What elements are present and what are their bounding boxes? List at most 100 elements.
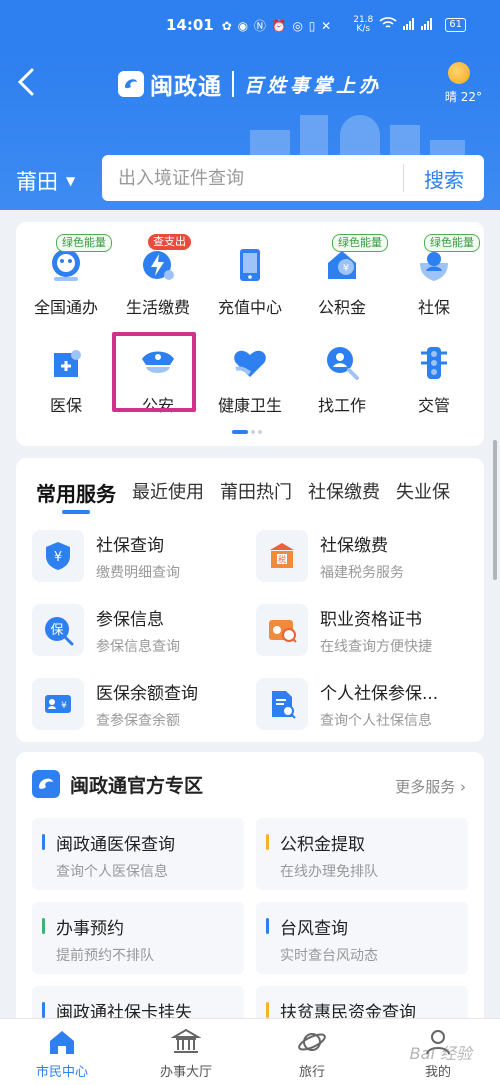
service-item[interactable]: 保 参保信息 参保信息查询: [32, 602, 252, 658]
caret-down-icon: ▼: [66, 174, 76, 188]
more-services-link[interactable]: 更多服务 ›: [395, 776, 466, 797]
service-item[interactable]: ¥ 社保查询 缴费明细查询: [32, 528, 252, 584]
active-tab-indicator: [62, 510, 90, 514]
tab-label: 市民中心: [35, 1065, 88, 1080]
grid-label: 交管: [417, 396, 450, 415]
header: 闽政通 百姓事掌上办 晴 22° 莆田 ▼ 搜索: [0, 50, 500, 210]
grid-item-health[interactable]: 健康卫生: [204, 342, 296, 416]
tab-mine[interactable]: 我的: [388, 1027, 488, 1080]
grid-label: 充值中心: [217, 298, 282, 317]
service-item[interactable]: 职业资格证书 在线查询方便快捷: [256, 602, 476, 658]
service-subtitle: 福建税务服务: [320, 564, 404, 581]
service-subtitle: 查参保查余额: [96, 712, 180, 729]
search-button[interactable]: 搜索: [404, 164, 484, 193]
accent-bar: [266, 918, 269, 934]
app-name: 闽政通: [150, 74, 222, 100]
status-bar: 14:01 ✿ ◉ Ⓝ ⏰ ◎ ▯ ✕ 21.8 K/s 61: [0, 0, 500, 50]
grid-item-recharge[interactable]: 充值中心: [204, 244, 296, 318]
logo-swirl-icon: [32, 770, 60, 798]
accent-bar: [266, 1002, 269, 1018]
quick-services-grid: 绿色能量 全国通办 查支出 生活缴费 充值中心 绿色能量 ¥ 公积金 绿色能量 …: [16, 222, 484, 446]
svg-text:¥: ¥: [54, 550, 62, 565]
tab-social-payment[interactable]: 社保缴费: [308, 478, 380, 507]
back-button[interactable]: [14, 68, 44, 102]
scrollbar[interactable]: [493, 440, 497, 580]
official-zone-title: 闽政通官方专区: [70, 774, 204, 797]
service-tabs: 常用服务 最近使用 莆田热门 社保缴费 失业保: [36, 478, 484, 507]
medical-insurance-icon: [45, 342, 87, 384]
city-selector[interactable]: 莆田 ▼: [16, 166, 75, 196]
weather-text: 晴 22°: [444, 90, 482, 104]
app-logo: 闽政通 百姓事掌上办: [118, 67, 382, 101]
tab-putian-hot[interactable]: 莆田热门: [220, 478, 292, 507]
insurance-search-icon: 保: [32, 604, 84, 656]
search-input[interactable]: [102, 167, 403, 189]
service-title: 个人社保参保...: [320, 683, 439, 704]
document-search-icon: [256, 678, 308, 730]
signal-icon: [403, 16, 437, 34]
net-speed: 21.8 K/s: [353, 15, 374, 34]
service-subtitle: 查询个人社保信息: [320, 712, 432, 729]
phone-recharge-icon: [229, 244, 271, 286]
accent-bar: [266, 834, 269, 850]
official-zone-card: 闽政通官方专区 更多服务 › 闽政通医保查询 查询个人医保信息 公积金提取 在线…: [16, 752, 484, 1042]
grid-item-traffic[interactable]: 交管: [388, 342, 480, 416]
logo-divider: [232, 71, 234, 97]
badge-check-spending: 查支出: [148, 234, 191, 250]
official-item-title: 公积金提取: [280, 835, 365, 855]
tab-service-hall[interactable]: 办事大厅: [136, 1027, 236, 1080]
service-item[interactable]: ¥ 医保余额查询 查参保查余额: [32, 676, 252, 732]
service-item[interactable]: 个人社保参保... 查询个人社保信息: [256, 676, 476, 732]
grid-label: 全国通办: [33, 298, 98, 317]
accent-bar: [42, 834, 45, 850]
badge-green-energy: 绿色能量: [56, 234, 112, 252]
wifi-icon: [379, 16, 397, 34]
service-item[interactable]: 税 社保缴费 福建税务服务: [256, 528, 476, 584]
official-item-title: 办事预约: [56, 919, 124, 939]
official-item[interactable]: 闽政通医保查询 查询个人医保信息: [32, 818, 244, 890]
tab-recent[interactable]: 最近使用: [132, 478, 204, 507]
grid-item-find-job[interactable]: 找工作: [296, 342, 388, 416]
travel-planet-icon: [262, 1027, 362, 1057]
tab-common-services[interactable]: 常用服务: [36, 478, 116, 507]
tab-unemployment[interactable]: 失业保: [396, 478, 450, 507]
service-title: 职业资格证书: [320, 609, 422, 630]
grid-item-medical-insurance[interactable]: 医保: [20, 342, 112, 416]
government-hall-icon: [136, 1027, 236, 1057]
common-services-card: 常用服务 最近使用 莆田热门 社保缴费 失业保 ¥ 社保查询 缴费明细查询 税 社…: [16, 458, 484, 742]
badge-green-energy: 绿色能量: [424, 234, 480, 252]
official-item[interactable]: 公积金提取 在线办理免排队: [256, 818, 468, 890]
grid-label: 找工作: [317, 396, 366, 415]
grid-label: 公积金: [317, 298, 366, 317]
grid-label: 医保: [49, 396, 82, 415]
tab-travel[interactable]: 旅行: [262, 1027, 362, 1080]
service-subtitle: 缴费明细查询: [96, 564, 180, 581]
grid-item-social-security[interactable]: 绿色能量 社保: [388, 234, 480, 318]
svg-text:¥: ¥: [343, 263, 349, 274]
grid-item-utility-payment[interactable]: 查支出 生活缴费: [112, 234, 204, 318]
svg-text:保: 保: [50, 623, 63, 638]
official-item-subtitle: 查询个人医保信息: [56, 864, 168, 880]
official-item[interactable]: 办事预约 提前预约不排队: [32, 902, 244, 974]
job-search-icon: [321, 342, 363, 384]
city-name: 莆田: [16, 170, 58, 194]
lightning-payment-icon: [137, 244, 179, 286]
page-indicator: [232, 430, 262, 434]
official-item[interactable]: 台风查询 实时查台风动态: [256, 902, 468, 974]
tab-citizen-center[interactable]: 市民中心: [12, 1027, 112, 1080]
user-icon: [388, 1027, 488, 1057]
grid-item-housing-fund[interactable]: 绿色能量 ¥ 公积金: [296, 234, 388, 318]
grid-item-police[interactable]: 公安: [112, 342, 204, 416]
accent-bar: [42, 918, 45, 934]
grid-item-national[interactable]: 绿色能量 全国通办: [20, 234, 112, 318]
logo-swirl-icon: [118, 71, 144, 97]
sun-weather-icon: [448, 62, 470, 84]
bottom-tab-bar: 市民中心 办事大厅 旅行 我的: [0, 1018, 500, 1085]
official-item-title: 闽政通医保查询: [56, 835, 175, 855]
accent-bar: [42, 1002, 45, 1018]
badge-green-energy: 绿色能量: [332, 234, 388, 252]
chevron-left-icon: [17, 68, 34, 96]
grid-label: 生活缴费: [125, 298, 190, 317]
status-icons: ✿ ◉ Ⓝ ⏰ ◎ ▯ ✕: [221, 18, 333, 33]
shield-yuan-icon: ¥: [32, 530, 84, 582]
